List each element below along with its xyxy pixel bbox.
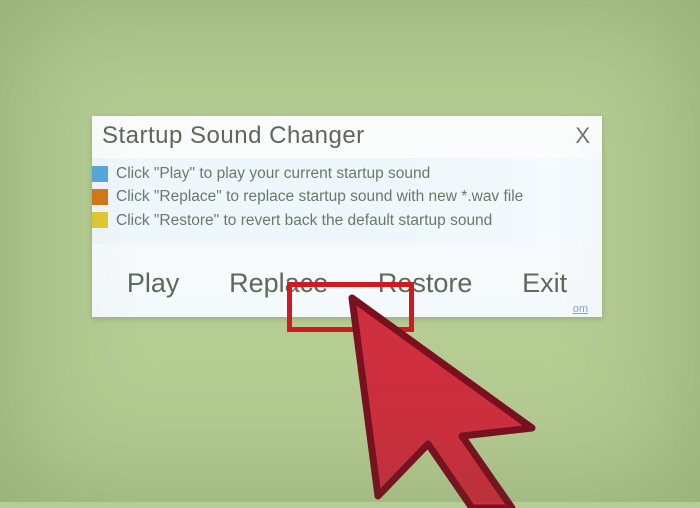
square-icon-blue: [92, 166, 108, 182]
restore-button[interactable]: Restore: [372, 266, 479, 301]
square-icon-orange: [92, 189, 108, 205]
cursor-arrow-icon: [332, 288, 592, 508]
hint-text: Click "Replace" to replace startup sound…: [116, 185, 523, 208]
dialog-window: Startup Sound Changer X Click "Play" to …: [92, 116, 602, 317]
hint-text: Click "Restore" to revert back the defau…: [116, 209, 492, 232]
replace-button[interactable]: Replace: [223, 266, 334, 301]
hint-row-replace: Click "Replace" to replace startup sound…: [102, 185, 592, 208]
exit-button[interactable]: Exit: [516, 266, 573, 301]
square-icon-yellow: [92, 212, 108, 228]
play-button[interactable]: Play: [121, 266, 186, 301]
hints-panel: Click "Play" to play your current startu…: [92, 158, 602, 244]
button-row: Play Replace Restore Exit: [92, 244, 602, 307]
titlebar: Startup Sound Changer X: [92, 116, 602, 158]
hint-row-play: Click "Play" to play your current startu…: [102, 162, 592, 185]
window-title: Startup Sound Changer: [102, 122, 365, 150]
hint-text: Click "Play" to play your current startu…: [116, 162, 430, 185]
hint-row-restore: Click "Restore" to revert back the defau…: [102, 209, 592, 232]
footer-link[interactable]: om: [573, 303, 588, 315]
close-icon[interactable]: X: [575, 123, 590, 149]
